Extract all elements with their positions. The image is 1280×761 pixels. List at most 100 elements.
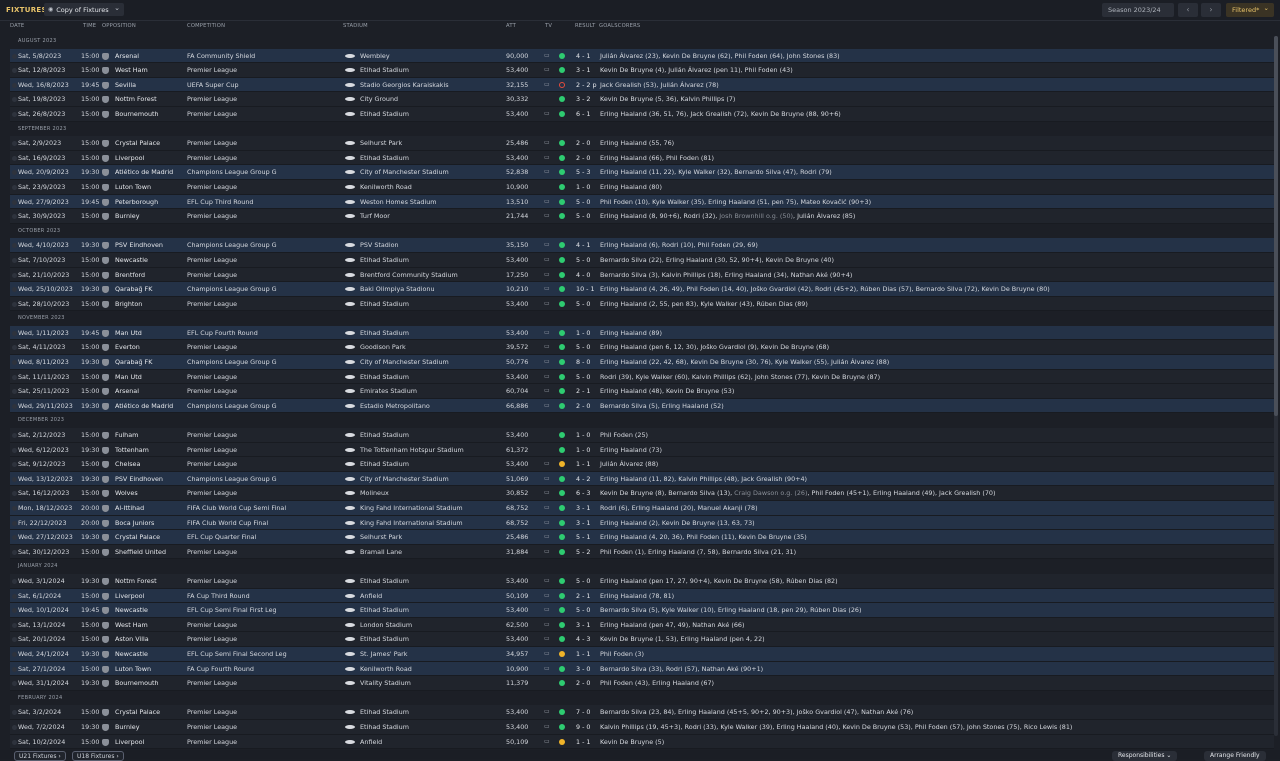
fixture-opposition[interactable]: Bournemouth [115,107,159,122]
row-select-dot[interactable] [12,374,17,380]
fixture-competition[interactable]: FA Cup Third Round [187,589,250,604]
fixture-row[interactable]: Wed, 7/2/2024 19:30 Burnley Premier League E… [10,719,1274,735]
fixture-opposition[interactable]: Everton [115,340,140,355]
fixture-result[interactable]: 2 - 0 [576,676,591,691]
col-competition[interactable]: COMPETITION [187,23,225,29]
row-select-dot[interactable] [12,170,17,176]
fixture-opposition[interactable]: Sheffield United [115,545,166,560]
fixture-competition[interactable]: Premier League [187,428,237,443]
fixture-opposition[interactable]: Liverpool [115,735,144,750]
fixture-opposition[interactable]: Newcastle [115,647,148,662]
row-select-dot[interactable] [12,111,17,117]
col-time[interactable]: TIME [83,23,96,29]
fixture-opposition[interactable]: Aston Villa [115,632,149,647]
fixture-competition[interactable]: Premier League [187,92,237,107]
fixture-opposition[interactable]: PSV Eindhoven [115,238,163,253]
fixture-result[interactable]: 2 - 2 p [576,78,597,93]
fixture-row[interactable]: Wed, 10/1/2024 19:45 Newcastle EFL Cup Semi… [10,603,1274,618]
col-goalscorers[interactable]: GOALSCORERS [599,23,640,29]
fixture-result[interactable]: 3 - 1 [576,63,591,78]
fixture-competition[interactable]: Premier League [187,340,237,355]
fixture-opposition[interactable]: Man Utd [115,326,142,341]
fixture-row[interactable]: Sat, 16/9/2023 15:00 Liverpool Premier Leag… [10,150,1274,166]
fixture-opposition[interactable]: Luton Town [115,662,151,677]
fixture-row[interactable]: Sat, 30/12/2023 15:00 Sheffield United Prem… [10,544,1274,560]
fixture-row[interactable]: Wed, 1/11/2023 19:45 Man Utd EFL Cup Fourth… [10,325,1274,341]
row-select-dot[interactable] [12,287,17,293]
fixture-row[interactable]: Wed, 16/8/2023 19:45 Sevilla UEFA Super Cup… [10,77,1274,93]
fixture-result[interactable]: 5 - 0 [576,209,591,224]
fixture-row[interactable]: Sat, 13/1/2024 15:00 West Ham Premier Leagu… [10,617,1274,633]
fixture-result[interactable]: 2 - 1 [576,384,591,399]
fixture-result[interactable]: 3 - 1 [576,501,591,516]
row-select-dot[interactable] [12,578,17,584]
fixture-result[interactable]: 5 - 0 [576,370,591,385]
fixture-row[interactable]: Sat, 4/11/2023 15:00 Everton Premier League… [10,340,1274,356]
u21-fixtures-tab[interactable]: U21 Fixtures › [14,751,66,761]
fixture-opposition[interactable]: Man Utd [115,370,142,385]
fixture-opposition[interactable]: Crystal Palace [115,136,160,151]
fixture-result[interactable]: 9 - 0 [576,720,591,735]
row-select-dot[interactable] [12,68,17,74]
fixture-competition[interactable]: FA Community Shield [187,49,255,64]
fixture-result[interactable]: 3 - 1 [576,618,591,633]
fixture-competition[interactable]: FIFA Club World Cup Final [187,516,268,531]
row-select-dot[interactable] [12,651,17,657]
fixture-competition[interactable]: EFL Cup Semi Final First Leg [187,603,277,618]
fixture-result[interactable]: 2 - 0 [576,399,591,414]
u18-fixtures-tab[interactable]: U18 Fixtures › [72,751,124,761]
fixture-opposition[interactable]: Nottm Forest [115,574,157,589]
fixture-opposition[interactable]: Fulham [115,428,138,443]
fixture-competition[interactable]: Premier League [187,384,237,399]
responsibilities-button[interactable]: Responsibilities ⌄ [1112,751,1178,761]
fixture-result[interactable]: 3 - 2 [576,92,591,107]
row-select-dot[interactable] [12,608,17,614]
fixture-opposition[interactable]: Al-Ittihad [115,501,144,516]
fixture-row[interactable]: Wed, 8/11/2023 19:30 Qarabağ FK Champions L… [10,355,1274,370]
fixture-result[interactable]: 4 - 1 [576,49,591,64]
fixture-row[interactable]: Sat, 27/1/2024 15:00 Luton Town FA Cup Four… [10,661,1274,677]
fixture-result[interactable]: 5 - 1 [576,530,591,545]
fixture-competition[interactable]: Premier League [187,180,237,195]
fixture-competition[interactable]: Champions League Group G [187,472,277,487]
fixture-competition[interactable]: UEFA Super Cup [187,78,239,93]
fixture-opposition[interactable]: Crystal Palace [115,530,160,545]
fixture-row[interactable]: Sat, 30/9/2023 15:00 Burnley Premier League… [10,209,1274,224]
fixture-row[interactable]: Wed, 24/1/2024 19:30 Newcastle EFL Cup Semi… [10,646,1274,662]
fixture-opposition[interactable]: Newcastle [115,603,148,618]
col-date[interactable]: DATE [10,23,24,29]
row-select-dot[interactable] [12,520,17,526]
fixture-row[interactable]: Wed, 20/9/2023 19:30 Atlético de Madrid Cha… [10,165,1274,180]
season-selector[interactable]: Season 2023/24 [1102,3,1174,17]
fixture-opposition[interactable]: Tottenham [115,443,149,458]
fixture-result[interactable]: 2 - 1 [576,589,591,604]
fixture-row[interactable]: Sat, 19/8/2023 15:00 Nottm Forest Premier L… [10,92,1274,107]
fixture-competition[interactable]: Premier League [187,136,237,151]
row-select-dot[interactable] [12,301,17,307]
row-select-dot[interactable] [12,257,17,263]
scrollbar-thumb[interactable] [1274,36,1278,416]
fixture-row[interactable]: Sat, 9/12/2023 15:00 Chelsea Premier League… [10,457,1274,472]
fixture-row[interactable]: Sat, 3/2/2024 15:00 Crystal Palace Premier … [10,705,1274,720]
fixture-opposition[interactable]: Burnley [115,209,140,224]
fixture-competition[interactable]: Premier League [187,618,237,633]
fixture-result[interactable]: 1 - 1 [576,457,591,472]
fixture-competition[interactable]: FIFA Club World Cup Semi Final [187,501,286,516]
fixture-result[interactable]: 5 - 0 [576,603,591,618]
fixture-row[interactable]: Wed, 13/12/2023 19:30 PSV Eindhoven Champio… [10,471,1274,487]
fixture-opposition[interactable]: Liverpool [115,589,144,604]
row-select-dot[interactable] [12,82,17,88]
row-select-dot[interactable] [12,199,17,205]
row-select-dot[interactable] [12,97,17,103]
fixture-row[interactable]: Sat, 5/8/2023 15:00 Arsenal FA Community Sh… [10,48,1274,64]
fixture-row[interactable]: Sat, 28/10/2023 15:00 Brighton Premier Leag… [10,296,1274,312]
row-select-dot[interactable] [12,433,17,439]
fixture-competition[interactable]: Premier League [187,545,237,560]
fixture-result[interactable]: 4 - 1 [576,238,591,253]
row-select-dot[interactable] [12,666,17,672]
fixture-opposition[interactable]: Brighton [115,297,142,312]
fixture-opposition[interactable]: Boca Juniors [115,516,154,531]
fixture-row[interactable]: Sat, 26/8/2023 15:00 Bournemouth Premier Le… [10,106,1274,122]
view-dropdown[interactable]: ◉ Copy of Fixtures ⌄ [44,3,124,16]
row-select-dot[interactable] [12,739,17,745]
